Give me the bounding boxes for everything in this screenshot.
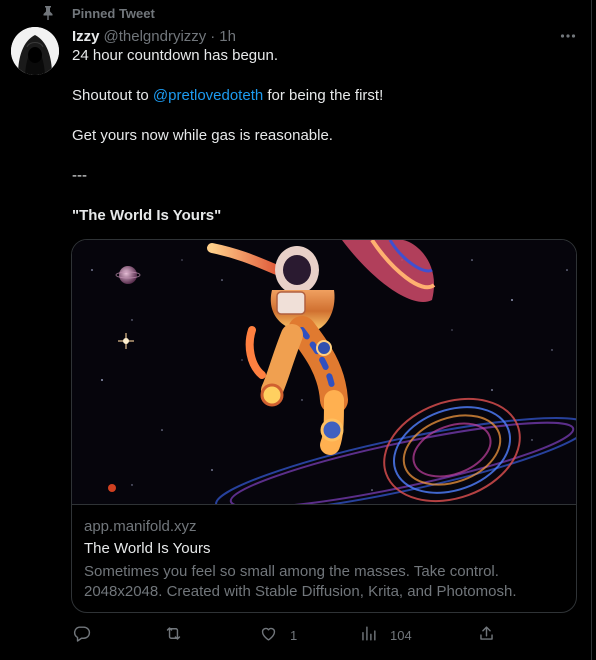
tweet-time[interactable]: 1h	[219, 28, 236, 45]
shoutout-prefix: Shoutout to	[72, 87, 153, 104]
shoutout-suffix: for being the first!	[263, 87, 384, 104]
views-icon	[359, 624, 378, 646]
pin-icon	[41, 5, 55, 21]
tweet-text-line-2: Shoutout to @pretlovedoteth for being th…	[72, 86, 383, 106]
like-button[interactable]: 1	[259, 624, 297, 646]
card-title: The World Is Yours	[84, 540, 211, 557]
avatar[interactable]	[11, 27, 59, 75]
tweet-header: Izzy @thelgndryizzy · 1h	[72, 27, 236, 45]
card-image[interactable]	[72, 240, 576, 505]
link-card[interactable]: app.manifold.xyz The World Is Yours Some…	[71, 239, 577, 613]
tweet-text-line-1: 24 hour countdown has begun.	[72, 47, 278, 64]
views-count: 104	[390, 627, 412, 643]
reply-button[interactable]	[72, 624, 103, 646]
like-icon	[259, 624, 278, 646]
separator-dot: ·	[210, 27, 216, 45]
retweet-button[interactable]	[164, 624, 195, 646]
more-icon[interactable]	[556, 26, 580, 46]
tweet-quote-title: "The World Is Yours"	[72, 207, 222, 224]
like-count: 1	[290, 627, 298, 643]
author-name[interactable]: Izzy	[72, 28, 100, 45]
pinned-indicator: Pinned Tweet	[41, 4, 155, 22]
share-button[interactable]	[477, 624, 496, 646]
views-button[interactable]: 104	[359, 624, 412, 646]
retweet-icon	[164, 624, 183, 646]
mention-link[interactable]: @pretlovedoteth	[153, 87, 263, 104]
action-bar: 1 104	[72, 624, 502, 646]
card-description: Sometimes you feel so small among the ma…	[84, 563, 517, 600]
reply-icon	[72, 624, 91, 646]
author-handle[interactable]: @thelgndryizzy	[104, 28, 207, 45]
card-domain: app.manifold.xyz	[84, 518, 197, 535]
share-icon	[477, 624, 496, 646]
tweet-text-line-3: Get yours now while gas is reasonable.	[72, 127, 333, 144]
tweet-divider-text: ---	[72, 167, 87, 184]
pinned-label: Pinned Tweet	[72, 5, 155, 21]
tweet[interactable]: Pinned Tweet Izzy @thelgndryizzy · 1h 24…	[0, 0, 592, 660]
